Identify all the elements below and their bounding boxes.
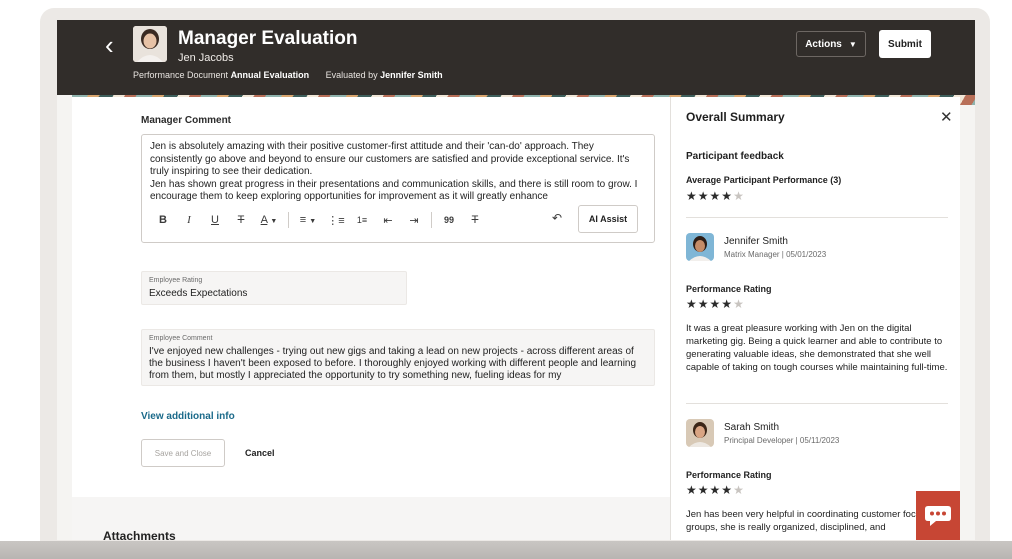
performance-rating-label: Performance Rating [686, 284, 772, 294]
actions-menu-button[interactable]: Actions ▼ [796, 31, 866, 57]
participant-comment: Jen has been very helpful in coordinatin… [686, 509, 926, 533]
star-icon: ★ [697, 297, 710, 311]
ai-assist-button[interactable]: AI Assist [578, 205, 638, 233]
participant-name: Sarah Smith [724, 422, 780, 433]
actions-label: Actions [805, 38, 842, 50]
participant-role: Principal Developer | 05/11/2023 [724, 436, 840, 445]
star-icon: ★ [686, 483, 698, 497]
font-color-glyph: A [260, 214, 268, 226]
toolbar-divider [431, 212, 432, 228]
save-and-close-button[interactable]: Save and Close [141, 439, 225, 467]
star-icon: ★ [733, 297, 745, 311]
bold-icon[interactable]: B [150, 214, 176, 226]
star-icon: ★ [686, 297, 698, 311]
bullet-list-icon[interactable]: ⋮≡ [323, 214, 349, 227]
main-panel: Manager Comment Jen is absolutely amazin… [72, 97, 670, 540]
divider [686, 217, 948, 218]
cancel-button[interactable]: Cancel [245, 448, 275, 458]
divider [686, 403, 948, 404]
outdent-icon[interactable]: ⇤ [375, 214, 401, 227]
manager-comment-editor[interactable]: Jen is absolutely amazing with their pos… [141, 134, 655, 243]
app-screen: ‹ Manager Evaluation Jen Jacobs Performa… [57, 20, 975, 540]
device-base [0, 541, 1012, 559]
font-color-icon[interactable]: A ▼ [254, 214, 284, 226]
editor-toolbar: B I U T A ▼ ≡ ▼ ⋮≡ 1≡ ⇤ ⇥ 99 T [150, 205, 650, 235]
avatar [133, 26, 167, 62]
chevron-left-icon[interactable]: ‹ [105, 32, 114, 58]
document-info: Performance Document Annual Evaluation E… [133, 70, 457, 80]
submit-button[interactable]: Submit [879, 30, 931, 58]
undo-icon[interactable]: ↶ [552, 211, 562, 225]
star-icon: ★ [709, 483, 722, 497]
participant-role: Matrix Manager | 05/01/2023 [724, 250, 827, 259]
overall-summary-panel: Overall Summary ✕ Participant feedback A… [670, 97, 960, 540]
employee-rating-label: Employee Rating [149, 277, 203, 284]
star-icon: ★ [733, 483, 745, 497]
underline-icon[interactable]: U [202, 214, 228, 226]
employee-rating-field: Employee Rating Exceeds Expectations [141, 271, 407, 305]
star-rating: ★★★★★ [686, 189, 745, 203]
participant-feedback-label: Participant feedback [686, 151, 784, 162]
page-title: Manager Evaluation [178, 28, 358, 49]
star-icon: ★ [686, 189, 698, 203]
attachments-heading: Attachments [103, 529, 176, 540]
star-icon: ★ [709, 297, 722, 311]
star-icon: ★ [721, 297, 734, 311]
avatar [686, 233, 714, 261]
employee-rating-value: Exceeds Expectations [149, 288, 248, 299]
star-rating: ★★★★★ [686, 483, 745, 497]
star-icon: ★ [733, 189, 745, 203]
employee-comment-value: I've enjoyed new challenges - trying out… [149, 346, 637, 381]
numbered-list-icon[interactable]: 1≡ [349, 215, 375, 225]
chat-button[interactable] [916, 491, 960, 540]
comment-paragraph: Jen has shown great progress in their pr… [150, 178, 638, 203]
indent-icon[interactable]: ⇥ [401, 214, 427, 227]
close-icon[interactable]: ✕ [940, 108, 953, 126]
avatar [686, 419, 714, 447]
star-icon: ★ [721, 483, 734, 497]
summary-title: Overall Summary [686, 110, 785, 124]
star-icon: ★ [697, 483, 710, 497]
doc-value: Annual Evaluation [230, 70, 310, 80]
manager-comment-label: Manager Comment [141, 115, 232, 126]
performance-rating-label: Performance Rating [686, 470, 772, 480]
evaluated-value: Jennifer Smith [380, 70, 443, 80]
chat-bubble-icon [925, 505, 951, 526]
star-icon: ★ [697, 189, 710, 203]
star-icon: ★ [709, 189, 722, 203]
star-rating: ★★★★★ [686, 297, 745, 311]
employee-comment-label: Employee Comment [149, 335, 213, 342]
participant-name: Jennifer Smith [724, 236, 788, 247]
italic-icon[interactable]: I [176, 214, 202, 226]
view-additional-info-link[interactable]: View additional info [141, 411, 235, 422]
page-header: ‹ Manager Evaluation Jen Jacobs Performa… [57, 20, 975, 95]
evaluated-label: Evaluated by [325, 70, 378, 80]
average-performance-label: Average Participant Performance (3) [686, 175, 842, 185]
manager-comment-text[interactable]: Jen is absolutely amazing with their pos… [150, 141, 645, 203]
star-icon: ★ [721, 189, 734, 203]
strikethrough-icon[interactable]: T [228, 214, 254, 226]
employee-comment-field: Employee Comment I've enjoyed new challe… [141, 329, 655, 386]
clear-format-icon[interactable]: T [462, 214, 488, 226]
comment-paragraph: Jen is absolutely amazing with their pos… [150, 141, 630, 178]
doc-label: Performance Document [133, 70, 229, 80]
participant-comment: It was a great pleasure working with Jen… [686, 323, 948, 373]
toolbar-divider [288, 212, 289, 228]
employee-name: Jen Jacobs [178, 52, 234, 64]
align-icon[interactable]: ≡ ▼ [293, 214, 323, 226]
caret-down-icon: ▼ [848, 39, 857, 49]
quote-icon[interactable]: 99 [436, 215, 462, 225]
